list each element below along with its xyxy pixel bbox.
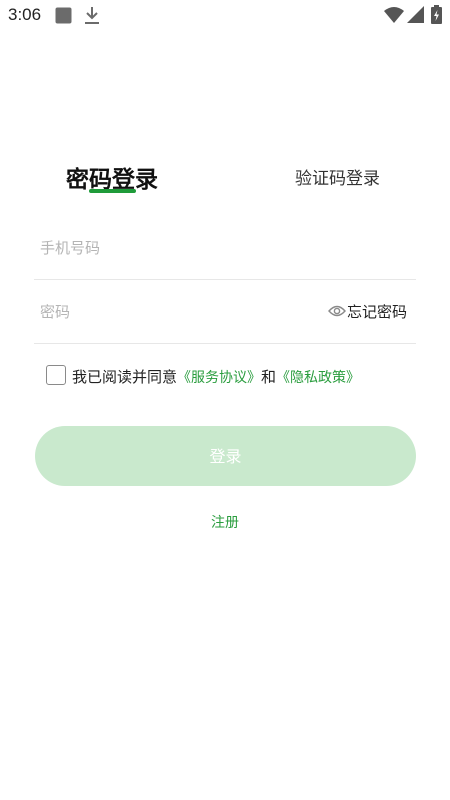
download-icon (84, 6, 100, 29)
agreement-text: 我已阅读并同意《服务协议》和《隐私政策》 (72, 366, 360, 387)
tab-code-login[interactable]: 验证码登录 (295, 164, 380, 189)
agreement-prefix: 我已阅读并同意 (72, 368, 178, 386)
privacy-policy-link[interactable]: 《隐私政策》 (276, 370, 360, 386)
signal-icon (407, 6, 424, 27)
phone-input[interactable] (40, 216, 400, 279)
active-tab-indicator (89, 189, 136, 193)
eye-icon[interactable] (328, 303, 346, 317)
battery-icon (431, 5, 442, 28)
service-agreement-link[interactable]: 《服务协议》 (177, 370, 261, 386)
password-input[interactable] (40, 280, 320, 343)
status-time: 3:06 (8, 5, 42, 24)
wifi-icon (384, 6, 404, 27)
password-field-row: 忘记密码 (34, 280, 416, 344)
agreement-conjunction: 和 (261, 368, 277, 386)
forgot-password-link[interactable]: 忘记密码 (347, 301, 407, 322)
phone-field-row (34, 216, 416, 280)
app-square-icon (55, 7, 72, 28)
login-button[interactable]: 登录 (35, 426, 416, 486)
status-bar: 3:06 (0, 0, 450, 30)
register-link[interactable]: 注册 (0, 512, 450, 532)
agreement-checkbox[interactable] (46, 365, 66, 385)
